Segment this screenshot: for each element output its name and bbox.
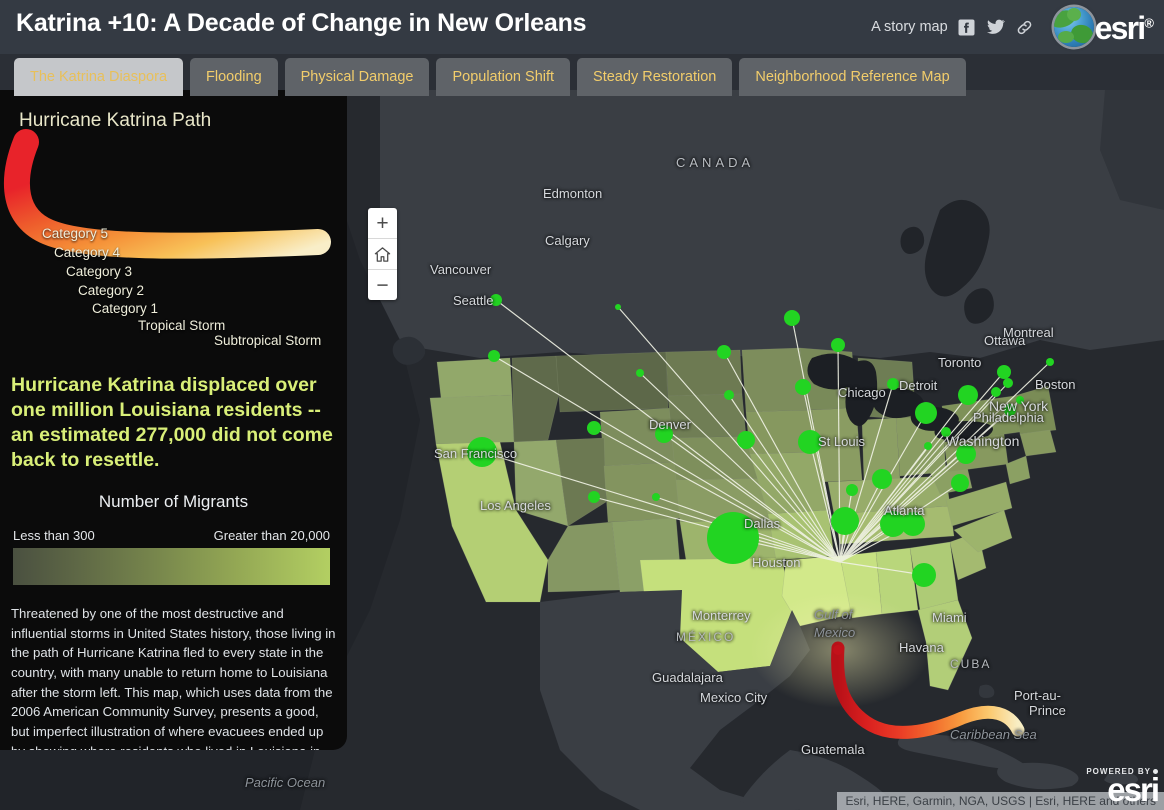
migrant-count-circle[interactable]	[941, 427, 951, 437]
migrant-count-circle[interactable]	[912, 563, 936, 587]
tab-physical-damage[interactable]: Physical Damage	[284, 58, 430, 96]
migrant-count-circle[interactable]	[901, 512, 925, 536]
map-zoom-controls[interactable]: + −	[368, 208, 397, 300]
migrant-count-circle[interactable]	[1004, 404, 1016, 416]
legend-category-1: Category 1	[92, 301, 159, 316]
migrant-count-circle[interactable]	[784, 310, 800, 326]
migrant-count-circle[interactable]	[958, 385, 978, 405]
migrant-count-circle[interactable]	[872, 469, 892, 489]
migrant-count-circle[interactable]	[588, 491, 600, 503]
migrant-count-circle[interactable]	[951, 474, 969, 492]
tab-neighborhood-reference-map[interactable]: Neighborhood Reference Map	[739, 58, 966, 96]
migrant-count-circle[interactable]	[887, 378, 899, 390]
home-icon[interactable]	[368, 238, 397, 269]
migrant-count-circle[interactable]	[997, 365, 1011, 379]
migrant-count-circle[interactable]	[587, 421, 601, 435]
panel-headline: Hurricane Katrina displaced over one mil…	[11, 374, 333, 471]
migrant-count-circle[interactable]	[831, 338, 845, 352]
migrant-count-circle[interactable]	[724, 390, 734, 400]
app-header: Katrina +10: A Decade of Change in New O…	[0, 0, 1164, 54]
zoom-out-button[interactable]: −	[368, 269, 397, 300]
link-icon[interactable]	[1015, 17, 1035, 37]
migrant-count-circle[interactable]	[707, 512, 759, 564]
legend-category-2: Category 2	[78, 283, 145, 298]
tab-the-katrina-diaspora[interactable]: The Katrina Diaspora	[14, 58, 184, 96]
migrant-count-circle[interactable]	[636, 369, 644, 377]
page-title: Katrina +10: A Decade of Change in New O…	[16, 9, 587, 37]
migrant-count-circle[interactable]	[991, 387, 1001, 397]
migrant-count-circle[interactable]	[652, 493, 660, 501]
section-tabs: The Katrina Diaspora Flooding Physical D…	[14, 58, 966, 96]
body-text-part-1: Threatened by one of the most destructiv…	[11, 606, 336, 750]
landfall-point	[833, 645, 843, 655]
migrant-count-circle[interactable]	[915, 402, 937, 424]
migrant-count-circle[interactable]	[831, 507, 859, 535]
hurricane-path-legend-graphic	[3, 129, 331, 259]
migrant-count-circle[interactable]	[956, 444, 976, 464]
migrant-count-circle[interactable]	[1003, 378, 1013, 388]
legend-category-5: Category 5	[42, 226, 109, 241]
migrants-legend-min: Less than 300	[13, 528, 95, 543]
tab-population-shift[interactable]: Population Shift	[436, 58, 571, 96]
migrant-count-circle[interactable]	[490, 294, 502, 306]
migrant-count-circle[interactable]	[1046, 358, 1054, 366]
tab-steady-restoration[interactable]: Steady Restoration	[577, 58, 733, 96]
legend-subtropical-storm: Subtropical Storm	[214, 333, 322, 348]
panel-body-text: Threatened by one of the most destructiv…	[11, 604, 336, 750]
migrant-count-circle[interactable]	[737, 431, 755, 449]
migrant-count-circle[interactable]	[717, 345, 731, 359]
migrant-count-circle[interactable]	[467, 437, 497, 467]
legend-category-3: Category 3	[66, 264, 133, 279]
migrant-count-circle[interactable]	[615, 304, 621, 310]
migrant-count-circle[interactable]	[924, 442, 932, 450]
legend-tropical-storm: Tropical Storm	[138, 318, 226, 333]
esri-logo[interactable]: esri®	[1053, 7, 1154, 47]
migrant-count-circle[interactable]	[1016, 396, 1024, 404]
migrants-legend-gradient-bar	[13, 548, 330, 585]
migrant-count-circle[interactable]	[795, 379, 811, 395]
header-right-cluster: A story map esri®	[871, 0, 1154, 54]
legend-category-4: Category 4	[54, 245, 121, 260]
migrant-count-circle[interactable]	[846, 484, 858, 496]
esri-wordmark: esri®	[1094, 10, 1154, 46]
migrants-legend-max: Greater than 20,000	[213, 528, 330, 543]
migrant-count-circle[interactable]	[655, 425, 673, 443]
migrants-legend-title: Number of Migrants	[98, 492, 249, 511]
facebook-icon[interactable]	[957, 17, 977, 37]
migrant-count-circle[interactable]	[798, 430, 822, 454]
tab-flooding[interactable]: Flooding	[190, 58, 278, 96]
story-map-label: A story map	[871, 19, 948, 35]
story-map-app: Katrina +10: A Decade of Change in New O…	[0, 0, 1164, 810]
story-side-panel: Hurricane Katrina Path Category 5 Catego…	[0, 90, 347, 750]
powered-by-esri: POWERED BY esri	[1086, 767, 1160, 808]
migrant-count-circle[interactable]	[488, 350, 500, 362]
zoom-in-button[interactable]: +	[368, 208, 397, 238]
esri-globe-icon	[1053, 7, 1094, 47]
twitter-icon[interactable]	[986, 17, 1006, 37]
